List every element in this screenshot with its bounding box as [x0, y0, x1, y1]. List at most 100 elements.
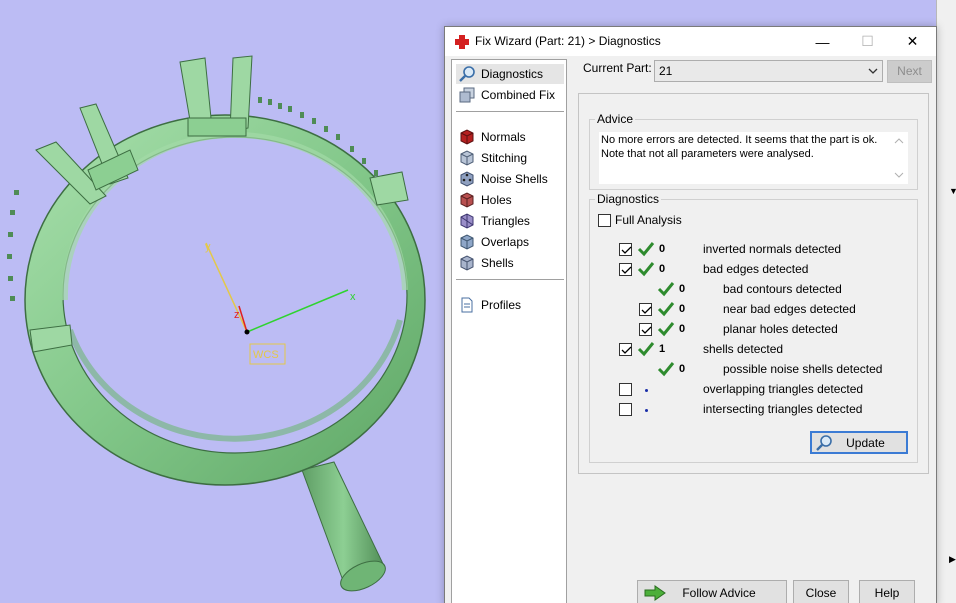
nav-item-holes[interactable]: Holes [456, 190, 564, 210]
help-label: Help [874, 585, 900, 600]
scroll-arrows-icon [894, 138, 904, 178]
triangle-cube-icon [460, 213, 474, 229]
nav-item-combined-fix[interactable]: Combined Fix [456, 85, 564, 105]
nav-label: Noise Shells [481, 172, 548, 186]
row-label: shells detected [703, 342, 784, 356]
chevron-down-icon [868, 68, 878, 74]
green-check-icon [657, 302, 675, 317]
row-checkbox[interactable] [619, 263, 632, 276]
row-count: 0 [679, 283, 686, 295]
red-cross-icon [455, 35, 469, 49]
advice-line-1: No more errors are detected. It seems th… [601, 134, 878, 146]
side-panel-edge: ▼ ▶ [936, 0, 956, 603]
nav-label: Normals [481, 130, 526, 144]
next-button[interactable]: Next [887, 60, 932, 83]
red-cube-icon [460, 129, 474, 145]
advice-line-2: Note that not all parameters were analys… [601, 148, 814, 160]
window-title: Fix Wizard (Part: 21) > Diagnostics [475, 34, 661, 48]
current-part-label: Current Part: [583, 61, 652, 75]
row-count: 1 [659, 343, 666, 355]
follow-advice-button[interactable]: Follow Advice [637, 580, 787, 603]
row-count: 0 [679, 363, 686, 375]
dice-icon [460, 171, 474, 187]
green-check-icon [637, 342, 655, 357]
nav-item-overlaps[interactable]: Overlaps [456, 232, 564, 252]
row-count: 0 [659, 243, 666, 255]
update-label: Update [846, 435, 885, 450]
nav-item-triangles[interactable]: Triangles [456, 211, 564, 231]
maximize-icon: ☐ [861, 33, 874, 49]
nav-item-stitching[interactable]: Stitching [456, 148, 564, 168]
nav-item-noise-shells[interactable]: Noise Shells [456, 169, 564, 189]
row-checkbox[interactable] [619, 343, 632, 356]
shells-cube-icon [460, 255, 474, 271]
green-check-icon [637, 242, 655, 257]
current-part-select[interactable]: 21 [654, 60, 883, 82]
full-analysis-checkbox[interactable] [598, 214, 611, 227]
row-count: 0 [679, 303, 686, 315]
nav-label: Profiles [481, 298, 522, 312]
row-count: 0 [659, 263, 666, 275]
stitching-cube-icon [460, 150, 474, 166]
nav-item-profiles[interactable]: Profiles [456, 295, 564, 315]
nav-label: Holes [481, 193, 512, 207]
pending-dot-icon [645, 389, 648, 392]
row-checkbox[interactable] [619, 243, 632, 256]
axis-z-label: z [234, 309, 240, 321]
fix-wizard-dialog: Fix Wizard (Part: 21) > Diagnostics — ☐ … [444, 26, 937, 603]
stacked-cubes-icon [459, 87, 475, 103]
green-check-icon [637, 262, 655, 277]
row-label: possible noise shells detected [723, 362, 883, 376]
row-label: bad contours detected [723, 282, 842, 296]
green-check-icon [657, 282, 675, 297]
axis-y-label: y [205, 241, 211, 253]
nav-label: Overlaps [481, 235, 530, 249]
row-label: bad edges detected [703, 262, 809, 276]
nav-item-diagnostics[interactable]: Diagnostics [456, 64, 564, 84]
minimize-icon: — [815, 33, 830, 50]
advice-text-box: No more errors are detected. It seems th… [599, 132, 893, 184]
row-checkbox[interactable] [619, 403, 632, 416]
row-label: intersecting triangles detected [703, 402, 863, 416]
row-checkbox[interactable] [639, 323, 652, 336]
document-icon [461, 297, 473, 313]
nav-label: Triangles [481, 214, 530, 228]
advice-title: Advice [595, 112, 636, 126]
row-checkbox[interactable] [639, 303, 652, 316]
follow-advice-label: Follow Advice [682, 585, 756, 600]
panel-arrow-icon[interactable]: ▼ [949, 186, 956, 196]
title-bar[interactable]: Fix Wizard (Part: 21) > Diagnostics — ☐ … [445, 27, 936, 56]
nav-item-normals[interactable]: Normals [456, 127, 564, 147]
minimize-button[interactable]: — [800, 27, 845, 56]
help-button[interactable]: Help [859, 580, 915, 603]
nav-label: Diagnostics [481, 67, 544, 81]
nav-label: Shells [481, 256, 514, 270]
magnifier-icon [459, 66, 475, 82]
advice-scrollbar[interactable] [890, 132, 908, 184]
magnifier-icon [816, 434, 832, 451]
maximize-button[interactable]: ☐ [845, 27, 890, 56]
wizard-nav: Diagnostics Combined Fix Normals Stitchi… [451, 59, 567, 603]
row-label: inverted normals detected [703, 242, 842, 256]
wcs-label: WCS [253, 349, 279, 361]
diagnostics-title: Diagnostics [595, 192, 662, 206]
close-window-button[interactable]: ✕ [890, 27, 935, 56]
panel-arrow-right-icon[interactable]: ▶ [949, 554, 956, 565]
full-analysis-label: Full Analysis [615, 213, 682, 227]
nav-item-shells[interactable]: Shells [456, 253, 564, 273]
close-button[interactable]: Close [793, 580, 849, 603]
overlap-cube-icon [460, 234, 474, 250]
current-part-value: 21 [659, 64, 673, 78]
row-label: overlapping triangles detected [703, 382, 864, 396]
row-label: near bad edges detected [723, 302, 856, 316]
close-icon: ✕ [906, 33, 919, 49]
row-checkbox[interactable] [619, 383, 632, 396]
nav-label: Stitching [481, 151, 528, 165]
update-button[interactable]: Update [810, 431, 908, 454]
green-check-icon [657, 362, 675, 377]
axis-x-label: x [350, 291, 356, 303]
close-label: Close [805, 585, 837, 600]
nav-label: Combined Fix [481, 88, 556, 102]
pending-dot-icon [645, 409, 648, 412]
row-count: 0 [679, 323, 686, 335]
